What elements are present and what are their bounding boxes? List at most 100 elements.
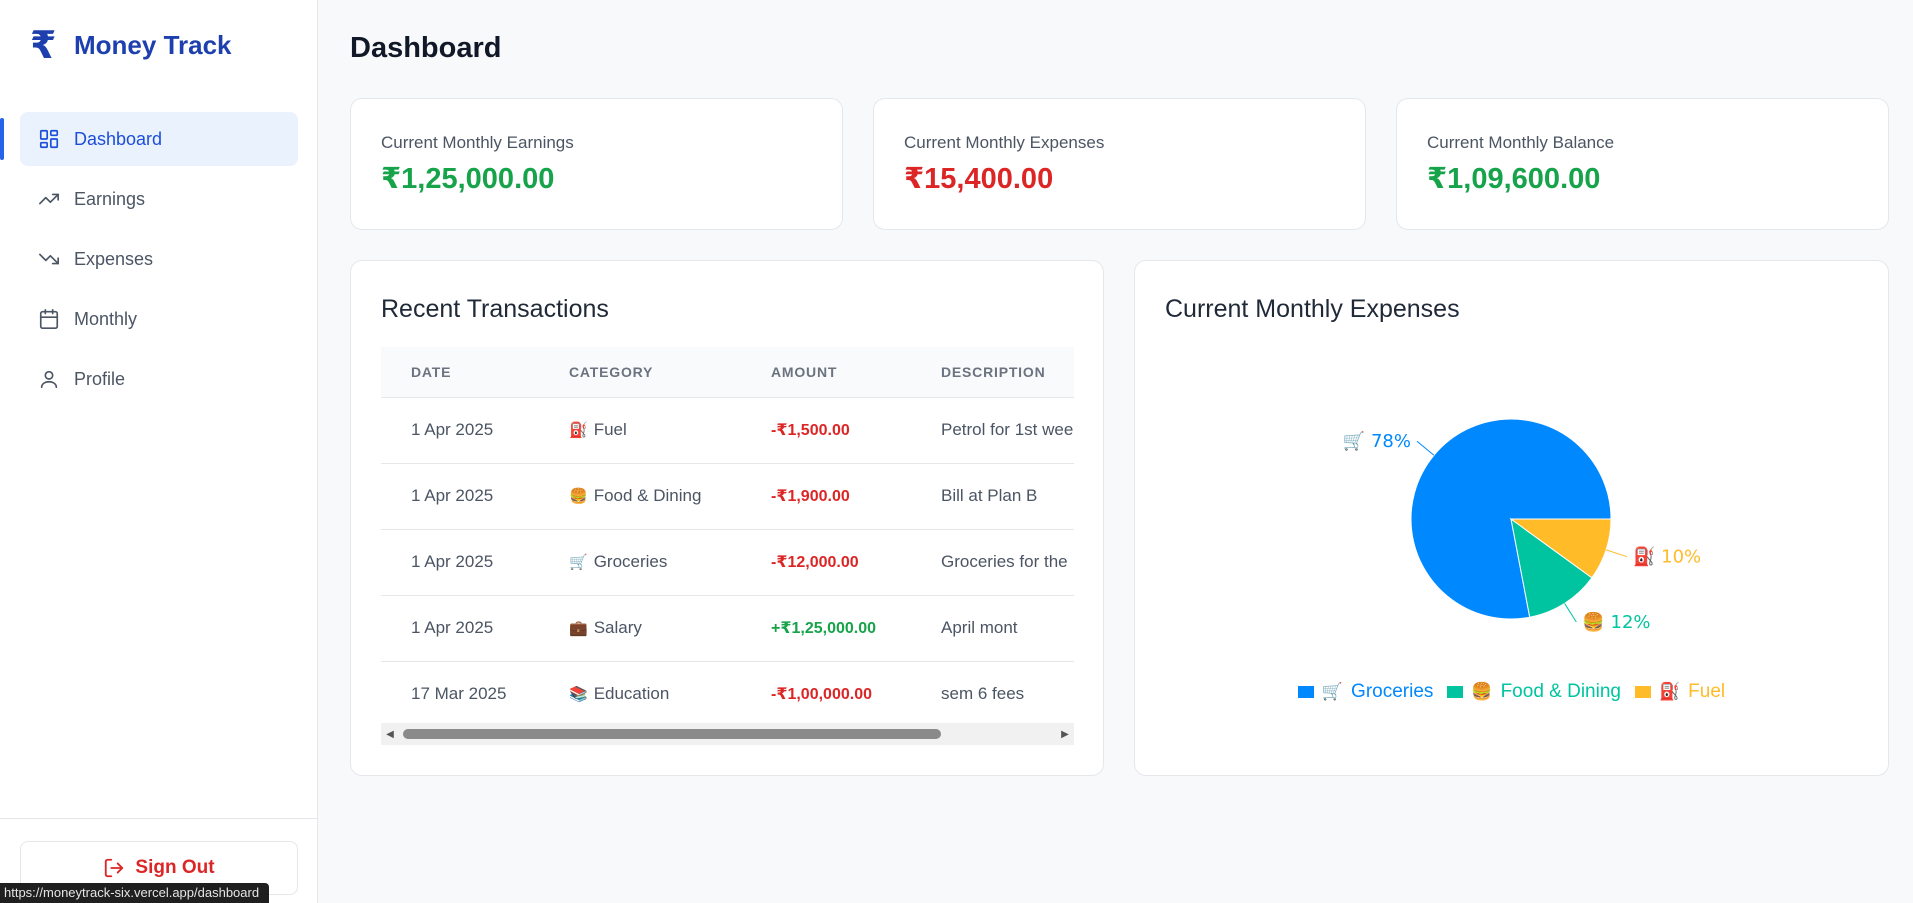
category-emoji-icon: 🍔 xyxy=(569,487,588,505)
dashboard-grid-icon xyxy=(38,128,60,150)
sidebar-item-label: Earnings xyxy=(74,188,146,209)
cell-date: 1 Apr 2025 xyxy=(411,420,494,439)
scroll-right-icon[interactable]: ▶ xyxy=(1056,723,1074,745)
cell-amount: +₹1,25,000.00 xyxy=(771,620,876,637)
category-label: Food & Dining xyxy=(593,486,702,505)
legend-label: Groceries xyxy=(1351,681,1434,702)
category-emoji-icon: 🛒 xyxy=(569,553,588,571)
trending-up-icon xyxy=(38,188,60,210)
stat-value: ₹1,25,000.00 xyxy=(381,163,555,195)
scroll-left-icon[interactable]: ◀ xyxy=(381,723,399,745)
legend-item[interactable]: ⛽ Fuel xyxy=(1634,681,1726,703)
legend-item[interactable]: 🍔 Food & Dining xyxy=(1447,681,1621,703)
expenses-stat-card: Current Monthly Expenses ₹15,400.00 xyxy=(873,98,1366,230)
table-header-row: DATE CATEGORY AMOUNT DESCRIPTION xyxy=(381,347,1074,397)
column-header-amount: AMOUNT xyxy=(771,363,838,380)
app-logo[interactable]: ₹ Money Track xyxy=(30,26,232,64)
sidebar-nav: Dashboard Earnings Expenses Monthly Prof… xyxy=(0,112,318,412)
calendar-icon xyxy=(38,308,60,330)
panel-title: Recent Transactions xyxy=(381,295,609,323)
pie-label-line xyxy=(1416,440,1435,456)
monthly-expenses-chart-panel: Current Monthly Expenses 🛒 78% 🍔 12% ⛽ 10%… xyxy=(1134,260,1889,776)
legend-emoji-icon: ⛽ xyxy=(1658,682,1681,702)
legend-swatch xyxy=(1634,686,1651,698)
cell-date: 1 Apr 2025 xyxy=(411,486,494,505)
category-emoji-icon: 💼 xyxy=(569,619,588,637)
chart-legend: 🛒 Groceries 🍔 Food & Dining ⛽ Fuel xyxy=(1135,681,1888,703)
legend-item[interactable]: 🛒 Groceries xyxy=(1297,681,1434,703)
category-label: Groceries xyxy=(593,552,668,571)
sidebar-item-label: Dashboard xyxy=(74,128,163,149)
sidebar-item-earnings[interactable]: Earnings xyxy=(20,172,298,226)
sidebar-item-expenses[interactable]: Expenses xyxy=(20,232,298,286)
sidebar-item-label: Expenses xyxy=(74,248,154,269)
stat-label: Current Monthly Balance xyxy=(1427,133,1615,152)
balance-stat-card: Current Monthly Balance ₹1,09,600.00 xyxy=(1396,98,1889,230)
legend-emoji-icon: 🍔 xyxy=(1471,682,1493,702)
column-header-category: CATEGORY xyxy=(569,363,654,380)
table-row[interactable]: 17 Mar 2025 📚 Education -₹1,00,000.00 sem 6 … xyxy=(381,661,1074,723)
cell-description: Bill at Plan B xyxy=(941,486,1038,505)
pie-data-label: ⛽ 10% xyxy=(1633,546,1701,568)
category-label: Education xyxy=(593,684,670,704)
category-emoji-icon: 📚 xyxy=(569,685,588,704)
cell-amount: -₹1,500.00 xyxy=(771,422,850,439)
cell-amount: -₹1,900.00 xyxy=(771,488,850,505)
sign-out-label: Sign Out xyxy=(135,857,215,878)
cell-date: 17 Mar 2025 xyxy=(411,684,507,704)
stat-label: Current Monthly Expenses xyxy=(904,133,1105,152)
cell-date: 1 Apr 2025 xyxy=(411,618,494,637)
user-icon xyxy=(38,368,60,390)
cell-category: 🍔 Food & Dining xyxy=(539,463,741,529)
pie-data-label: 🍔 12% xyxy=(1582,611,1650,633)
table-row[interactable]: 1 Apr 2025 🛒 Groceries -₹12,000.00 Groceries… xyxy=(381,529,1074,595)
transactions-table-body: 1 Apr 2025 ⛽ Fuel -₹1,500.00 Petrol for 1st … xyxy=(381,397,1074,723)
sidebar-item-label: Profile xyxy=(74,368,126,389)
sidebar-item-dashboard[interactable]: Dashboard xyxy=(0,112,298,166)
category-label: Salary xyxy=(593,618,642,637)
trending-down-icon xyxy=(38,248,60,270)
rupee-logo-icon: ₹ xyxy=(30,23,57,67)
sidebar-item-profile[interactable]: Profile xyxy=(20,352,298,406)
sidebar-item-label: Monthly xyxy=(74,308,138,329)
transactions-table: DATE CATEGORY AMOUNT DESCRIPTION 1 Apr 2… xyxy=(381,347,1074,723)
stat-value: ₹15,400.00 xyxy=(904,163,1054,195)
pie-data-label: 🛒 78% xyxy=(1343,430,1411,452)
recent-transactions-panel: Recent Transactions DATE CATEGORY AMOUNT… xyxy=(350,260,1104,776)
cell-description: Groceries for the xyxy=(941,552,1068,571)
stat-value: ₹1,09,600.00 xyxy=(1427,163,1601,195)
page-title: Dashboard xyxy=(350,32,502,64)
earnings-stat-card: Current Monthly Earnings ₹1,25,000.00 xyxy=(350,98,843,230)
scrollbar-thumb[interactable] xyxy=(403,729,941,739)
pie-label-line xyxy=(1564,603,1577,623)
cell-category: 🛒 Groceries xyxy=(539,529,741,595)
cell-date: 1 Apr 2025 xyxy=(411,552,494,571)
table-row[interactable]: 1 Apr 2025 🍔 Food & Dining -₹1,900.00 Bill a… xyxy=(381,463,1074,529)
cell-amount: -₹1,00,000.00 xyxy=(771,686,872,704)
category-emoji-icon: ⛽ xyxy=(569,421,588,439)
table-row[interactable]: 1 Apr 2025 💼 Salary +₹1,25,000.00 April mont xyxy=(381,595,1074,661)
legend-emoji-icon: 🛒 xyxy=(1321,682,1344,702)
sidebar-item-monthly[interactable]: Monthly xyxy=(20,292,298,346)
legend-swatch xyxy=(1297,686,1314,698)
transactions-table-container[interactable]: DATE CATEGORY AMOUNT DESCRIPTION 1 Apr 2… xyxy=(381,347,1074,723)
app-name: Money Track xyxy=(74,29,232,60)
cell-category: 💼 Salary xyxy=(539,595,741,661)
legend-label: Fuel xyxy=(1688,681,1726,702)
legend-swatch xyxy=(1447,686,1464,698)
cell-amount: -₹12,000.00 xyxy=(771,554,859,571)
horizontal-scrollbar[interactable]: ◀ ▶ xyxy=(381,723,1074,745)
cell-description: April mont xyxy=(941,618,1018,637)
pie-label-line xyxy=(1605,549,1628,558)
table-row[interactable]: 1 Apr 2025 ⛽ Fuel -₹1,500.00 Petrol for 1st … xyxy=(381,397,1074,463)
cell-category: ⛽ Fuel xyxy=(539,397,741,463)
cell-description: sem 6 fees xyxy=(941,684,1025,704)
cell-description: Petrol for 1st wee xyxy=(941,420,1074,439)
stat-label: Current Monthly Earnings xyxy=(381,133,574,152)
sign-out-icon xyxy=(105,858,124,878)
browser-status-url: https://moneytrack-six.vercel.app/dashbo… xyxy=(0,883,270,903)
column-header-description: DESCRIPTION xyxy=(941,363,1046,380)
cell-category: 📚 Education xyxy=(539,661,741,723)
sidebar: ₹ Money Track Dashboard Earnings Expense… xyxy=(0,0,318,903)
legend-label: Food & Dining xyxy=(1500,681,1621,702)
